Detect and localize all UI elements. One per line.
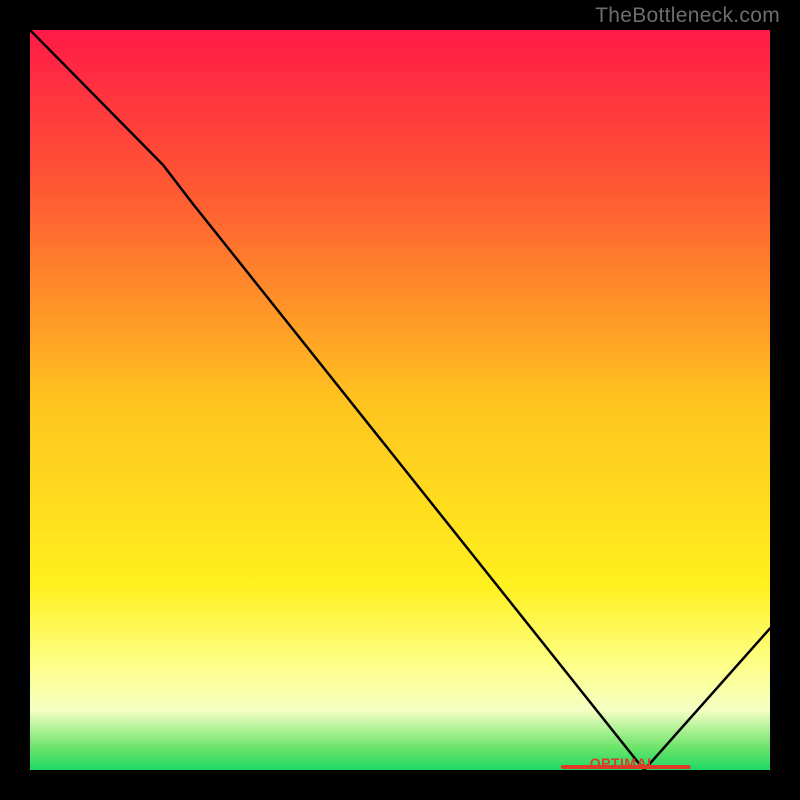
chart-frame: TheBottleneck.com OPTIMAL — [0, 0, 800, 800]
bottleneck-chart — [30, 30, 770, 770]
plot-area — [30, 30, 770, 770]
watermark-text: TheBottleneck.com — [595, 4, 780, 28]
optimal-label: OPTIMAL — [590, 755, 657, 771]
